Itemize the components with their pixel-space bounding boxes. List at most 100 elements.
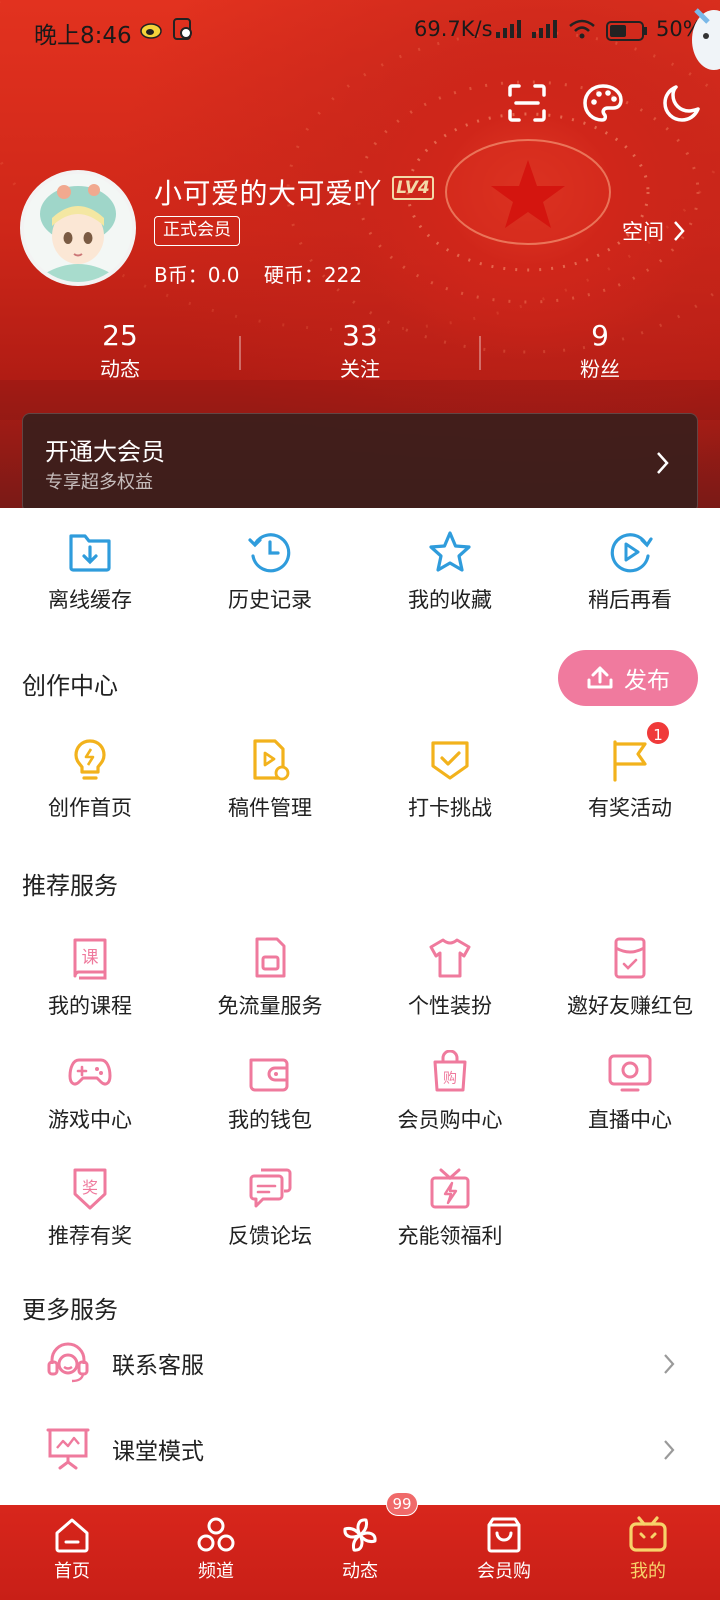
network-speed: 69.7K/s	[414, 17, 493, 41]
game-center-button[interactable]: 游戏中心	[0, 1050, 180, 1134]
svg-text:课: 课	[82, 948, 99, 968]
stat-following-count: 33	[342, 319, 378, 352]
tab-mine[interactable]: 我的	[576, 1505, 720, 1600]
red-packet-icon	[614, 937, 646, 979]
my-wallet-label: 我的钱包	[228, 1108, 312, 1132]
my-course-label: 我的课程	[48, 994, 132, 1018]
chevron-right-icon	[664, 1354, 675, 1374]
profile-header: 晚上8:46 69.7K/s 50% 小可爱的大可爱吖 LV4 正式会员 B币：…	[0, 0, 720, 508]
bottom-tab-bar: 首页 频道 动态 会员购 我的	[0, 1505, 720, 1600]
history-label: 历史记录	[228, 588, 312, 612]
contact-service-row[interactable]: 联系客服	[0, 1324, 720, 1404]
battery-icon	[606, 21, 647, 41]
live-tv-icon	[608, 1054, 652, 1092]
creation-home-button[interactable]: 创作首页	[0, 738, 180, 822]
space-link[interactable]: 空间	[622, 216, 686, 246]
shopping-bag-icon	[487, 1517, 521, 1553]
stat-fans[interactable]: 9 粉丝	[480, 318, 720, 384]
more-services-title: 更多服务	[22, 1296, 118, 1324]
creation-center-title: 创作中心	[22, 672, 118, 700]
live-center-button[interactable]: 直播中心	[540, 1050, 720, 1134]
b-coin-balance: B币：0.0	[154, 263, 240, 287]
charge-benefit-button[interactable]: 充能领福利	[360, 1166, 540, 1250]
gift-bolt-icon	[430, 1168, 470, 1209]
history-clock-icon	[248, 533, 291, 573]
feedback-chat-icon	[249, 1168, 292, 1208]
tab-home-label: 首页	[54, 1561, 90, 1582]
reward-badge-icon: 奖	[73, 1168, 107, 1210]
personal-dressup-label: 个性装扮	[408, 994, 492, 1018]
svg-text:奖: 奖	[82, 1178, 98, 1197]
recommend-reward-label: 推荐有奖	[48, 1224, 132, 1248]
offline-cache-label: 离线缓存	[48, 588, 132, 612]
palette-icon[interactable]	[582, 82, 624, 124]
my-wallet-button[interactable]: 我的钱包	[180, 1050, 360, 1134]
tab-member-shop[interactable]: 会员购	[432, 1505, 576, 1600]
lightbulb-icon	[74, 739, 106, 780]
manuscript-manage-button[interactable]: 稿件管理	[180, 738, 360, 822]
dynamic-count-badge: 99	[386, 1492, 418, 1516]
tab-dynamic[interactable]: 动态	[288, 1505, 432, 1600]
shopping-bag-icon: 购	[433, 1050, 467, 1092]
member-shop-center-button[interactable]: 购 会员购中心	[360, 1050, 540, 1134]
classroom-mode-row[interactable]: 课堂模式	[0, 1410, 720, 1490]
stat-fans-count: 9	[591, 319, 609, 352]
member-tag: 正式会员	[154, 216, 240, 246]
history-button[interactable]: 历史记录	[180, 530, 360, 614]
charge-benefit-label: 充能领福利	[397, 1224, 503, 1248]
tab-home[interactable]: 首页	[0, 1505, 144, 1600]
headset-icon	[47, 1342, 89, 1383]
chevron-right-icon	[657, 452, 669, 474]
tab-channel-label: 频道	[198, 1561, 234, 1582]
reward-activity-button[interactable]: 有奖活动	[540, 738, 720, 822]
game-center-label: 游戏中心	[48, 1108, 132, 1132]
vip-membership-card[interactable]: 开通大会员 专享超多权益	[22, 413, 698, 508]
personal-dressup-button[interactable]: 个性装扮	[360, 936, 540, 1020]
mascot-peek-icon	[692, 8, 720, 70]
free-traffic-button[interactable]: 免流量服务	[180, 936, 360, 1020]
manuscript-icon	[253, 739, 290, 781]
level-badge: LV4	[392, 176, 434, 200]
app-notification-icon	[173, 18, 192, 40]
manuscript-manage-label: 稿件管理	[228, 796, 312, 820]
night-mode-moon-icon[interactable]	[660, 82, 702, 124]
avatar[interactable]	[20, 170, 136, 286]
publish-button[interactable]: 发布	[558, 650, 698, 706]
stat-following[interactable]: 33 关注	[240, 318, 480, 384]
checkin-challenge-button[interactable]: 打卡挑战	[360, 738, 540, 822]
feedback-forum-label: 反馈论坛	[228, 1224, 312, 1248]
tab-dynamic-label: 动态	[342, 1561, 378, 1582]
recommend-reward-button[interactable]: 奖 推荐有奖	[0, 1166, 180, 1250]
tab-mine-label: 我的	[630, 1561, 666, 1582]
star-icon	[429, 531, 471, 572]
stat-dynamic-count: 25	[102, 319, 138, 352]
favorites-label: 我的收藏	[408, 588, 492, 612]
profile-stats: 25 动态 33 关注 9 粉丝	[0, 318, 720, 390]
notification-badge: 1	[645, 720, 671, 746]
invite-friends-button[interactable]: 邀好友赚红包	[540, 936, 720, 1020]
favorites-button[interactable]: 我的收藏	[360, 530, 540, 614]
feedback-forum-button[interactable]: 反馈论坛	[180, 1166, 360, 1250]
watch-later-label: 稍后再看	[588, 588, 672, 612]
stat-dynamic[interactable]: 25 动态	[0, 318, 240, 384]
my-course-button[interactable]: 课 我的课程	[0, 936, 180, 1020]
download-folder-icon	[69, 534, 111, 572]
scan-icon[interactable]	[506, 82, 548, 124]
vip-title: 开通大会员	[45, 438, 165, 466]
weibo-icon	[140, 23, 162, 39]
watch-later-button[interactable]: 稍后再看	[540, 530, 720, 614]
home-icon	[55, 1518, 89, 1553]
channel-icon	[197, 1517, 235, 1552]
offline-cache-button[interactable]: 离线缓存	[0, 530, 180, 614]
stat-following-label: 关注	[340, 357, 380, 381]
wallet-icon	[249, 1058, 289, 1092]
vip-subtitle: 专享超多权益	[45, 472, 153, 493]
username: 小可爱的大可爱吖	[154, 177, 383, 210]
space-label: 空间	[622, 220, 664, 244]
stat-fans-label: 粉丝	[580, 357, 620, 381]
classroom-icon	[46, 1428, 90, 1470]
tv-mascot-icon	[629, 1516, 667, 1552]
upload-icon	[587, 666, 613, 689]
signal-icon	[532, 20, 557, 38]
tab-channel[interactable]: 频道	[144, 1505, 288, 1600]
